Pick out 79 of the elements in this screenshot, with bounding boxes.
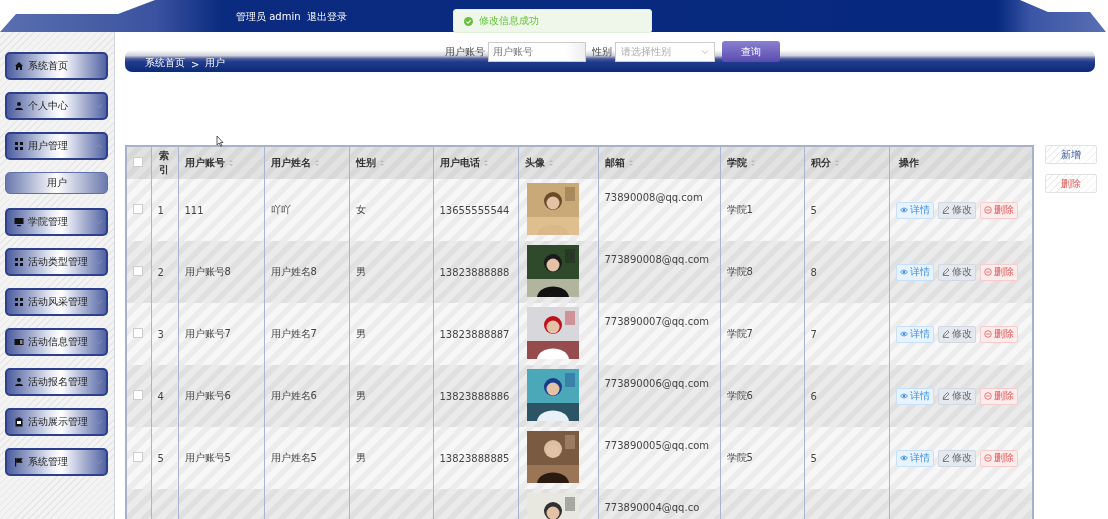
account-field[interactable]: 用户账号 (488, 41, 586, 62)
table-cell: 学院8 (726, 266, 753, 277)
column-header[interactable]: 用户账号 (184, 157, 225, 168)
delete-button[interactable]: 删除 (1045, 174, 1097, 193)
sidebar-item[interactable]: 活动类型管理 (5, 248, 108, 276)
table-cell: 用户账号8 (184, 266, 231, 277)
edit-button[interactable]: 修改 (937, 387, 976, 405)
edit-button[interactable]: 修改 (937, 263, 976, 281)
table-cell: 13823888886 (439, 390, 510, 402)
column-header[interactable]: 邮箱 (604, 157, 625, 168)
breadcrumb-link[interactable]: 用户 (205, 56, 226, 70)
table-cell: 13823888887 (439, 328, 510, 340)
column-header[interactable]: 性别 (355, 157, 376, 168)
table-cell: 吖吖 (270, 204, 291, 215)
table-cell: 2 (157, 266, 164, 278)
table-cell: 用户账号6 (184, 390, 231, 401)
edit-button[interactable]: 修改 (937, 325, 976, 343)
email-text: 773890004@qq.co (604, 501, 701, 514)
column-header[interactable]: 头像 (524, 157, 545, 168)
column-header[interactable]: 用户姓名 (270, 157, 311, 168)
email-text: 773890008@qq.com (604, 253, 710, 266)
table-cell: 用户姓名6 (270, 390, 317, 401)
column-header: 操作 (898, 157, 919, 168)
email-text: 73890008@qq.com (604, 191, 704, 204)
table-cell: 用户姓名5 (270, 452, 317, 463)
toast-message: 修改信息成功 (479, 14, 539, 28)
table-cell: 男 (355, 266, 366, 277)
table-cell: 8 (810, 266, 817, 278)
breadcrumb-link[interactable]: 系统首页 (145, 56, 185, 70)
table-cell: 4 (157, 390, 164, 402)
edit-button[interactable]: 修改 (937, 449, 976, 467)
table-cell: 学院6 (726, 390, 753, 401)
table-cell: 用户账号7 (184, 328, 231, 339)
sidebar-item[interactable]: 活动报名管理 (5, 368, 108, 396)
column-header[interactable]: 用户电话 (439, 157, 480, 168)
sidebar-item[interactable]: 学院管理 (5, 208, 108, 236)
submenu-item[interactable]: 用户 (5, 172, 108, 194)
table-cell: 1 (157, 204, 164, 216)
table-cell: 13655555544 (439, 204, 510, 216)
table-cell: 7 (810, 328, 817, 340)
table-cell: 学院5 (726, 452, 753, 463)
sidebar-item[interactable]: 用户管理 (5, 132, 108, 160)
table-cell: 学院1 (726, 204, 753, 215)
table-cell: 用户账号5 (184, 452, 231, 463)
sidebar-item[interactable]: 系统管理 (5, 448, 108, 476)
sidebar-item[interactable]: 个人中心 (5, 92, 108, 120)
sidebar-item[interactable]: 活动风采管理 (5, 288, 108, 316)
column-header: 索引 (158, 149, 170, 177)
field-label: 性别 (592, 44, 612, 59)
table-cell: 女 (355, 204, 366, 215)
table-cell: 5 (810, 452, 817, 464)
sidebar-item[interactable]: 活动展示管理 (5, 408, 108, 436)
search-button[interactable]: 查询 (722, 41, 780, 62)
email-text: 773890006@qq.com (604, 377, 710, 390)
table-cell: 用户姓名8 (270, 266, 317, 277)
table-cell: 3 (157, 328, 164, 340)
table-cell: 男 (355, 328, 366, 339)
column-header[interactable]: 学院 (726, 157, 747, 168)
sidebar-item[interactable]: 系统首页 (5, 52, 108, 80)
sidebar-item[interactable]: 活动信息管理 (5, 328, 108, 356)
field-label: 用户账号 (445, 44, 485, 59)
table-cell: 学院7 (726, 328, 753, 339)
table-cell: 5 (157, 452, 164, 464)
table-cell: 111 (184, 204, 204, 216)
admin-label: 管理员 admin (236, 10, 301, 24)
email-text: 773890007@qq.com (604, 315, 710, 328)
logout-link[interactable]: 退出登录 (306, 10, 347, 24)
breadcrumb-separator: > (191, 59, 200, 70)
edit-button[interactable]: 修改 (937, 201, 976, 219)
table-cell: 5 (810, 204, 817, 216)
table-cell: 用户姓名7 (270, 328, 317, 339)
table-cell: 男 (355, 390, 366, 401)
column-header[interactable]: 积分 (810, 157, 831, 168)
table-cell: 男 (355, 452, 366, 463)
table-cell: 6 (810, 390, 817, 402)
table-cell: 13823888885 (439, 452, 510, 464)
add-button[interactable]: 新增 (1045, 145, 1097, 164)
table-cell: 13823888888 (439, 266, 510, 278)
email-text: 773890005@qq.com (604, 439, 710, 452)
